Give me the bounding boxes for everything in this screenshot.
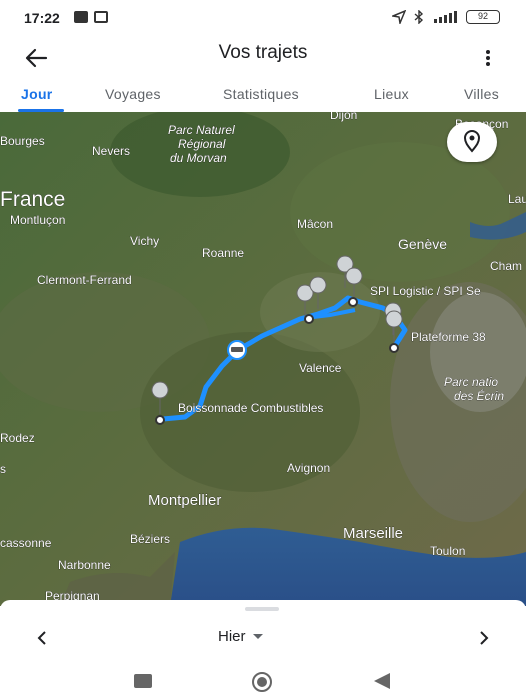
label-france: France [0,188,65,211]
label-narbonne: Narbonne [58,558,111,572]
label-bourges: Bourges [0,134,45,148]
label-beziers: Béziers [130,532,170,546]
tab-lieux[interactable]: Lieux [374,86,409,102]
status-time: 17:22 [24,10,60,26]
caret-down-icon [252,633,263,639]
car-icon [227,340,247,360]
label-valence: Valence [299,361,342,375]
label-montlucon: Montluçon [10,213,65,227]
label-avignon: Avignon [287,461,330,475]
app-bar: Vos trajets [0,36,526,78]
label-dijon: Dijon [330,112,357,122]
back-triangle-icon[interactable] [372,672,392,690]
map-view[interactable]: Dijon Besançon Bourges Nevers Parc Natur… [0,112,526,606]
tab-statistiques[interactable]: Statistiques [223,86,299,102]
day-label: Hier [218,628,246,645]
recent-apps-icon[interactable] [134,674,152,688]
label-boissonnade: Boissonnade Combustibles [178,401,323,415]
tab-voyages[interactable]: Voyages [105,86,161,102]
label-plateforme: Plateforme 38 [411,330,486,344]
label-parc-national-2: des Écrin [454,388,504,403]
label-spi: SPI Logistic / SPI Se [370,284,481,298]
tab-villes[interactable]: Villes [464,86,499,102]
chevron-right-icon[interactable] [472,626,496,650]
label-toulon: Toulon [430,544,465,558]
chevron-left-icon[interactable] [30,626,54,650]
label-clermont: Clermont-Ferrand [37,273,132,287]
label-geneve: Genève [398,236,447,252]
label-parc-national-1: Parc natio [444,375,498,389]
status-bar: 17:22 92 [0,0,526,36]
label-marseille: Marseille [343,525,403,542]
sheet-drag-handle[interactable] [245,607,279,611]
label-parc-morvan-1: Parc Naturel [168,123,235,137]
label-macon: Mâcon [297,217,333,231]
bluetooth-icon [414,10,424,24]
label-cham: Cham [490,259,522,273]
label-edge-s: s [0,462,6,476]
location-arrow-icon [392,10,406,24]
battery-indicator: 92 [466,10,500,24]
message-icon [94,11,108,23]
label-parc-morvan-2: Régional [178,137,226,151]
place-icon [463,130,481,153]
tab-jour[interactable]: Jour [21,86,53,102]
day-selector[interactable]: Hier [218,628,264,645]
label-carcassonne: cassonne [0,536,52,550]
label-nevers: Nevers [92,144,130,158]
label-montpellier: Montpellier [148,492,221,509]
page-title: Vos trajets [218,42,308,63]
home-icon[interactable] [251,671,273,693]
terrain-patch [290,142,510,282]
more-vert-icon[interactable] [478,44,498,72]
linkedin-icon [74,11,88,23]
label-roanne: Roanne [202,246,244,260]
signal-icon [434,11,457,23]
tab-bar: Jour Voyages Statistiques Lieux Villes [0,80,526,112]
label-lau: Lau [508,192,526,206]
label-parc-morvan-3: du Morvan [170,151,227,165]
label-rodez: Rodez [0,431,35,445]
locate-button[interactable] [447,122,497,162]
label-vichy: Vichy [130,234,159,248]
